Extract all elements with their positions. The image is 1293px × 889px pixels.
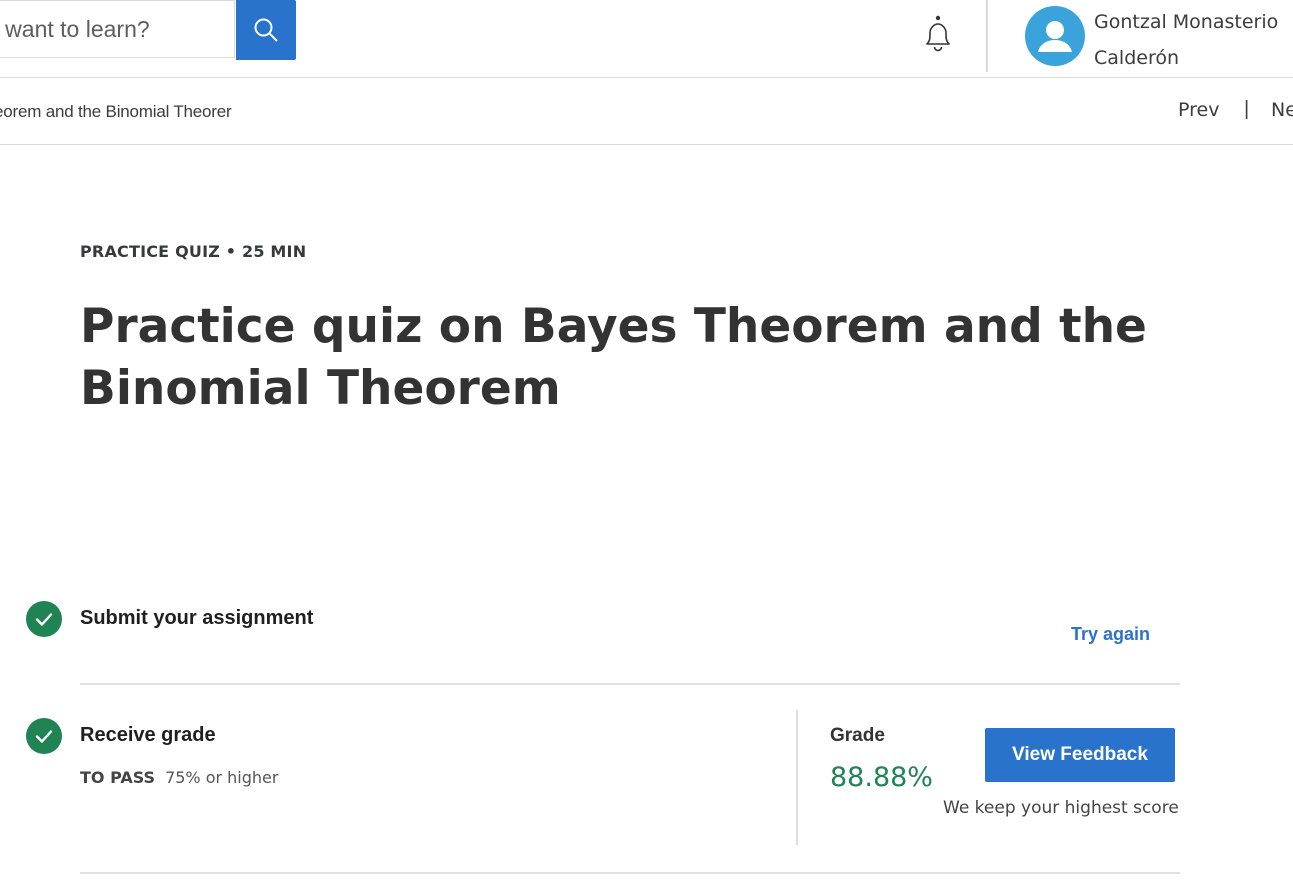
grade-divider (796, 710, 798, 845)
pass-requirement-key: TO PASS (80, 768, 156, 787)
pass-requirement-value: 75% or higher (165, 768, 279, 787)
nav-separator: | (1244, 98, 1250, 120)
step-status-grade (26, 718, 62, 754)
bell-icon (926, 15, 950, 52)
step-label-submit: Submit your assignment (80, 607, 314, 629)
try-again-link[interactable]: Try again (1071, 624, 1150, 645)
header-divider (986, 0, 988, 72)
user-name[interactable]: Gontzal Monasterio Calderón (1094, 4, 1293, 76)
page-title: Practice quiz on Bayes Theorem and the B… (80, 299, 1147, 416)
header-border (0, 77, 1293, 78)
highest-score-note: We keep your highest score (943, 798, 1179, 818)
nav-border (0, 144, 1293, 145)
step-status-submit (26, 601, 62, 637)
section-divider (80, 683, 1180, 685)
breadcrumb[interactable]: eorem and the Binomial Theorer (0, 102, 232, 122)
next-link[interactable]: Ne (1271, 99, 1293, 121)
check-circle-icon (35, 613, 53, 626)
prev-link[interactable]: Prev (1178, 99, 1219, 121)
step-label-grade: Receive grade (80, 724, 216, 746)
search-icon (254, 18, 278, 42)
user-avatar[interactable] (1025, 6, 1085, 66)
grade-value: 88.88% (830, 762, 933, 793)
grade-label: Grade (830, 725, 885, 746)
quiz-meta: PRACTICE QUIZ • 25 MIN (80, 242, 307, 261)
search-button[interactable] (236, 0, 296, 60)
notifications-button[interactable] (918, 14, 958, 56)
check-circle-icon (35, 730, 53, 743)
view-feedback-button[interactable]: View Feedback (985, 728, 1175, 782)
user-avatar-icon (1038, 21, 1072, 52)
pass-requirement: TO PASS 75% or higher (80, 768, 278, 787)
search-input[interactable]: u want to learn? (0, 0, 235, 58)
section-divider-bottom (80, 872, 1180, 874)
search-placeholder: u want to learn? (0, 15, 150, 42)
